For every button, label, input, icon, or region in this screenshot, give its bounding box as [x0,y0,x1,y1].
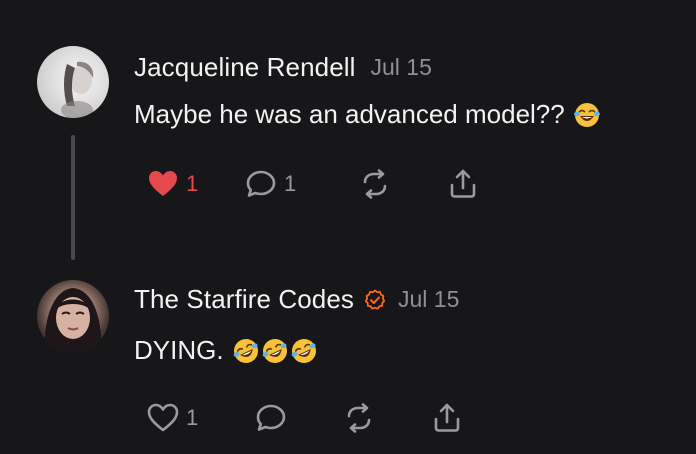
restack-button[interactable] [342,402,376,434]
speech-bubble-icon [254,401,288,435]
comment-text: DYING. [134,335,224,365]
like-count: 1 [186,405,199,430]
reply-button[interactable] [254,402,288,434]
reply-count: 1 [284,171,297,196]
rolling-on-floor-laughing-icon [290,337,318,365]
restack-arrows-icon [342,401,376,435]
share-upload-icon [430,401,464,435]
restack-arrows-icon [358,167,392,201]
avatar[interactable] [37,280,109,352]
thread-connector-line [71,135,75,260]
reply-button[interactable]: 1 [244,168,296,200]
share-upload-icon [446,167,480,201]
author-name[interactable]: The Starfire Codes [134,284,354,315]
share-button[interactable] [446,168,480,200]
like-button[interactable]: 1 [146,402,198,434]
comment-body: Maybe he was an advanced model?? [134,99,601,130]
speech-bubble-icon [244,167,278,201]
restack-button[interactable] [358,168,392,200]
like-count: 1 [186,171,199,196]
comment-header: The Starfire Codes Jul 15 [134,284,459,315]
comment-date[interactable]: Jul 15 [371,54,432,81]
share-button[interactable] [430,402,464,434]
rolling-on-floor-laughing-icon [261,337,289,365]
rolling-on-floor-laughing-icon [232,337,260,365]
face-with-tears-of-joy-icon [573,101,601,129]
comment-body: DYING. [134,335,318,366]
author-name[interactable]: Jacqueline Rendell [134,52,356,83]
comment-thread: Jacqueline Rendell Jul 15 Maybe he was a… [0,0,696,454]
heart-icon [146,167,180,201]
heart-icon [146,401,180,435]
verified-badge-icon [364,289,386,311]
comment-date[interactable]: Jul 15 [398,286,459,313]
like-button[interactable]: 1 [146,168,198,200]
comment-text: Maybe he was an advanced model?? [134,99,565,129]
comment-header: Jacqueline Rendell Jul 15 [134,52,432,83]
avatar[interactable] [37,46,109,118]
